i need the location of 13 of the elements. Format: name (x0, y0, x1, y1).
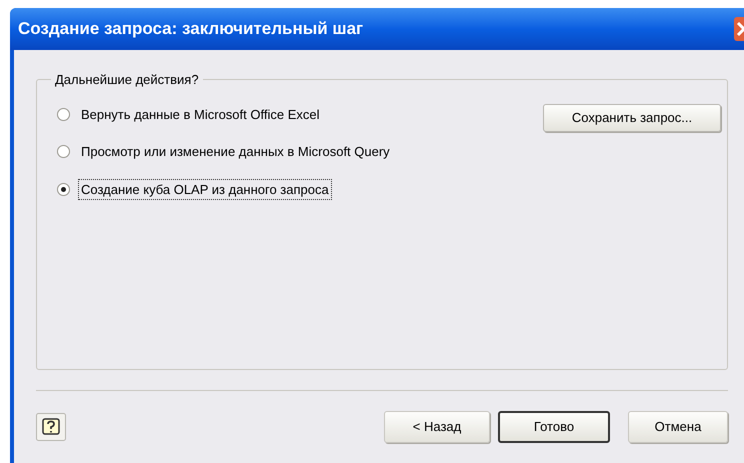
help-icon[interactable] (36, 413, 66, 441)
window-title: Создание запроса: заключительный шаг (18, 18, 364, 40)
option-label[interactable]: Создание куба OLAP из данного запроса (78, 178, 332, 200)
dialog-button[interactable]: Готово (498, 411, 610, 443)
radio-button[interactable] (57, 145, 70, 158)
dialog-button[interactable]: Отмена (628, 411, 728, 443)
radio-button[interactable] (57, 108, 70, 121)
radio-button[interactable] (57, 182, 70, 196)
dialog-button[interactable]: < Назад (384, 411, 490, 443)
option-label[interactable]: Вернуть данные в Microsoft Office Excel (78, 104, 322, 125)
save-query-button[interactable]: Сохранить запрос... (543, 104, 721, 132)
group-legend: Дальнейшие действия? (51, 70, 203, 90)
option-label[interactable]: Просмотр или изменение данных в Microsoft Query (78, 141, 393, 162)
